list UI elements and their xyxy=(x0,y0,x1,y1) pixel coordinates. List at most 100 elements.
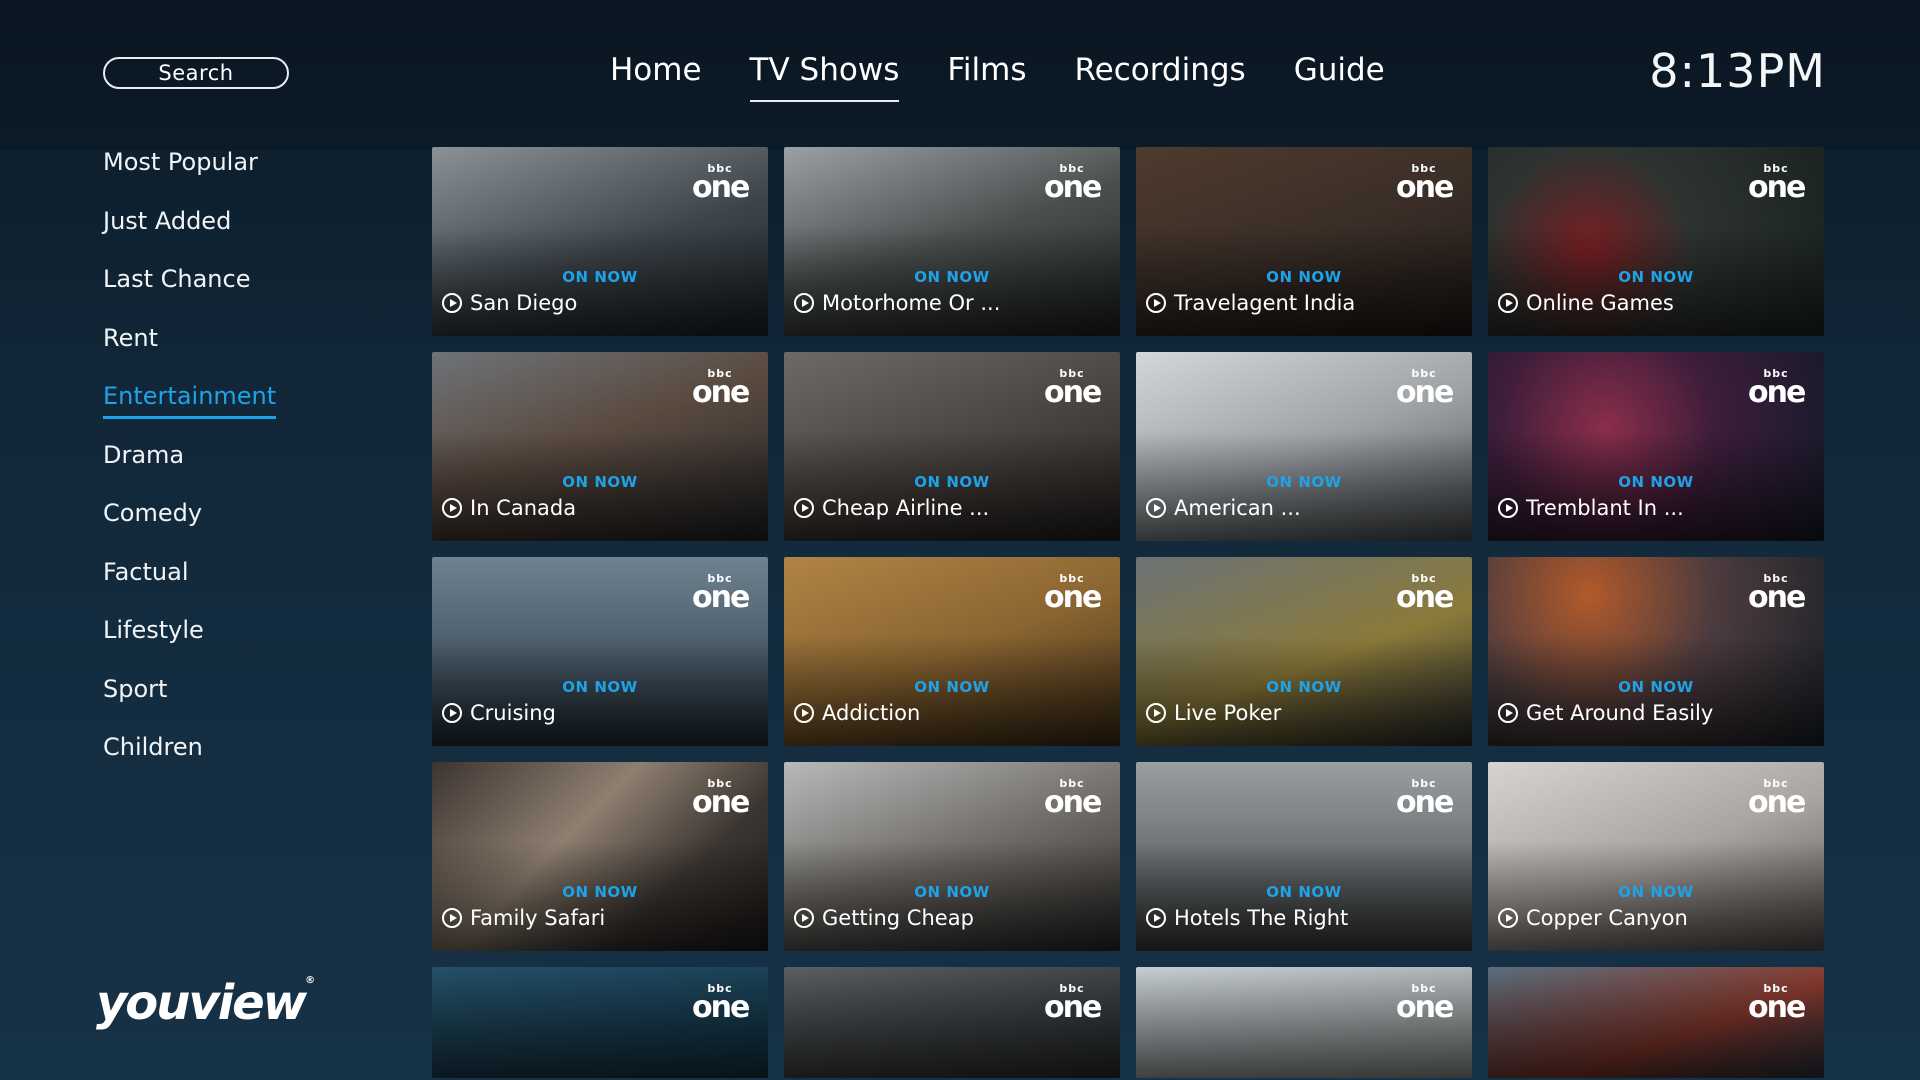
bbc-one-channel-icon: bbc one xyxy=(692,572,750,615)
tile-title-row: Addiction xyxy=(794,701,920,725)
programme-tile[interactable]: bbc one ON NOW Tremblant In ... xyxy=(1488,352,1824,541)
tile-title: Family Safari xyxy=(470,906,606,930)
on-now-badge: ON NOW xyxy=(914,883,990,901)
bbc-one-channel-icon: bbc one xyxy=(1396,572,1454,615)
bbc-one-channel-icon: bbc one xyxy=(1044,162,1102,205)
programme-tile[interactable]: bbc one xyxy=(1136,967,1472,1078)
sidebar-item-label: Last Chance xyxy=(103,265,251,293)
sidebar-item-comedy[interactable]: Comedy xyxy=(103,498,403,557)
tile-title: Travelagent India xyxy=(1174,291,1356,315)
bbc-one-channel-icon: bbc one xyxy=(1748,162,1806,205)
search-button[interactable]: Search xyxy=(103,57,289,89)
on-now-badge: ON NOW xyxy=(562,678,638,696)
programme-grid: bbc one ON NOW San Diego bbc one ON NOW Motorho… xyxy=(432,147,1824,1078)
bbc-one-channel-icon: bbc one xyxy=(1396,367,1454,410)
sidebar-item-sport[interactable]: Sport xyxy=(103,674,403,733)
sidebar-item-children[interactable]: Children xyxy=(103,732,403,791)
sidebar-item-entertainment[interactable]: Entertainment xyxy=(103,381,403,440)
sidebar-item-just-added[interactable]: Just Added xyxy=(103,206,403,265)
play-circle-icon xyxy=(442,908,462,928)
bbc-one-channel-icon: bbc one xyxy=(1396,777,1454,820)
programme-tile[interactable]: bbc one ON NOW Getting Cheap xyxy=(784,762,1120,951)
play-circle-icon xyxy=(794,908,814,928)
play-circle-icon xyxy=(1146,703,1166,723)
youview-logo: youview® xyxy=(96,975,315,1031)
tile-title: In Canada xyxy=(470,496,577,520)
programme-tile[interactable]: bbc one ON NOW American ... xyxy=(1136,352,1472,541)
tile-title-row: Family Safari xyxy=(442,906,605,930)
programme-tile[interactable]: bbc one ON NOW In Canada xyxy=(432,352,768,541)
bbc-one-channel-icon: bbc one xyxy=(692,367,750,410)
nav-films[interactable]: Films xyxy=(947,52,1026,102)
on-now-badge: ON NOW xyxy=(1618,678,1694,696)
nav-home[interactable]: Home xyxy=(610,52,702,102)
sidebar-item-label: Rent xyxy=(103,323,158,352)
bbc-one-channel-icon: bbc one xyxy=(692,162,750,205)
programme-tile[interactable]: bbc one ON NOW Get Around Easily xyxy=(1488,557,1824,746)
main-nav: Home TV Shows Films Recordings Guide xyxy=(610,52,1385,102)
tile-title: Motorhome Or ... xyxy=(822,291,1001,315)
sidebar-item-rent[interactable]: Rent xyxy=(103,323,403,382)
nav-recordings[interactable]: Recordings xyxy=(1075,52,1246,102)
play-circle-icon xyxy=(794,498,814,518)
play-circle-icon xyxy=(794,293,814,313)
nav-tv-shows[interactable]: TV Shows xyxy=(749,52,899,102)
sidebar-item-label: Factual xyxy=(103,557,189,586)
play-circle-icon xyxy=(442,293,462,313)
tile-title: Cruising xyxy=(470,701,556,725)
tile-title-row: San Diego xyxy=(442,291,577,315)
sidebar-item-lifestyle[interactable]: Lifestyle xyxy=(103,615,403,674)
sidebar-item-drama[interactable]: Drama xyxy=(103,440,403,499)
sidebar-item-label: Most Popular xyxy=(103,148,258,176)
bbc-one-channel-icon: bbc one xyxy=(692,982,750,1025)
sidebar-item-label: Comedy xyxy=(103,499,203,527)
programme-tile[interactable]: bbc one xyxy=(432,967,768,1078)
bbc-one-channel-icon: bbc one xyxy=(1044,777,1102,820)
tile-title: Addiction xyxy=(822,701,921,725)
tile-title-row: Get Around Easily xyxy=(1498,701,1713,725)
nav-guide[interactable]: Guide xyxy=(1294,52,1385,102)
tile-title-row: Cheap Airline ... xyxy=(794,496,989,520)
tile-title-row: Motorhome Or ... xyxy=(794,291,1000,315)
on-now-badge: ON NOW xyxy=(1266,268,1342,286)
tile-title: Live Poker xyxy=(1174,701,1282,725)
programme-tile[interactable]: bbc one ON NOW Travelagent India xyxy=(1136,147,1472,336)
play-circle-icon xyxy=(1146,293,1166,313)
on-now-badge: ON NOW xyxy=(1266,883,1342,901)
sidebar-item-last-chance[interactable]: Last Chance xyxy=(103,264,403,323)
on-now-badge: ON NOW xyxy=(1618,473,1694,491)
programme-tile[interactable]: bbc one xyxy=(1488,967,1824,1078)
programme-tile[interactable]: bbc one ON NOW Live Poker xyxy=(1136,557,1472,746)
programme-tile[interactable]: bbc one ON NOW Motorhome Or ... xyxy=(784,147,1120,336)
on-now-badge: ON NOW xyxy=(562,883,638,901)
sidebar-item-most-popular[interactable]: Most Popular xyxy=(103,147,403,206)
sidebar-item-label: Lifestyle xyxy=(103,616,204,644)
play-circle-icon xyxy=(1498,703,1518,723)
on-now-badge: ON NOW xyxy=(914,678,990,696)
bbc-one-channel-icon: bbc one xyxy=(1044,982,1102,1025)
programme-tile[interactable]: bbc one ON NOW Addiction xyxy=(784,557,1120,746)
sidebar-item-label: Children xyxy=(103,733,203,761)
on-now-badge: ON NOW xyxy=(1618,883,1694,901)
programme-tile[interactable]: bbc one ON NOW San Diego xyxy=(432,147,768,336)
programme-tile[interactable]: bbc one ON NOW Cheap Airline ... xyxy=(784,352,1120,541)
tile-title: Getting Cheap xyxy=(822,906,974,930)
sidebar-item-factual[interactable]: Factual xyxy=(103,557,403,616)
on-now-badge: ON NOW xyxy=(562,268,638,286)
tile-title-row: Hotels The Right xyxy=(1146,906,1348,930)
programme-tile[interactable]: bbc one ON NOW Hotels The Right xyxy=(1136,762,1472,951)
bbc-one-channel-icon: bbc one xyxy=(1748,982,1806,1025)
bbc-one-channel-icon: bbc one xyxy=(1748,572,1806,615)
programme-tile[interactable]: bbc one ON NOW Family Safari xyxy=(432,762,768,951)
bbc-one-channel-icon: bbc one xyxy=(1748,367,1806,410)
tile-title: Hotels The Right xyxy=(1174,906,1349,930)
tile-title-row: Travelagent India xyxy=(1146,291,1355,315)
programme-tile[interactable]: bbc one ON NOW Copper Canyon xyxy=(1488,762,1824,951)
on-now-badge: ON NOW xyxy=(1618,268,1694,286)
programme-tile[interactable]: bbc one ON NOW Cruising xyxy=(432,557,768,746)
programme-tile[interactable]: bbc one xyxy=(784,967,1120,1078)
tile-title-row: Getting Cheap xyxy=(794,906,974,930)
on-now-badge: ON NOW xyxy=(1266,678,1342,696)
programme-tile[interactable]: bbc one ON NOW Online Games xyxy=(1488,147,1824,336)
play-circle-icon xyxy=(1146,498,1166,518)
